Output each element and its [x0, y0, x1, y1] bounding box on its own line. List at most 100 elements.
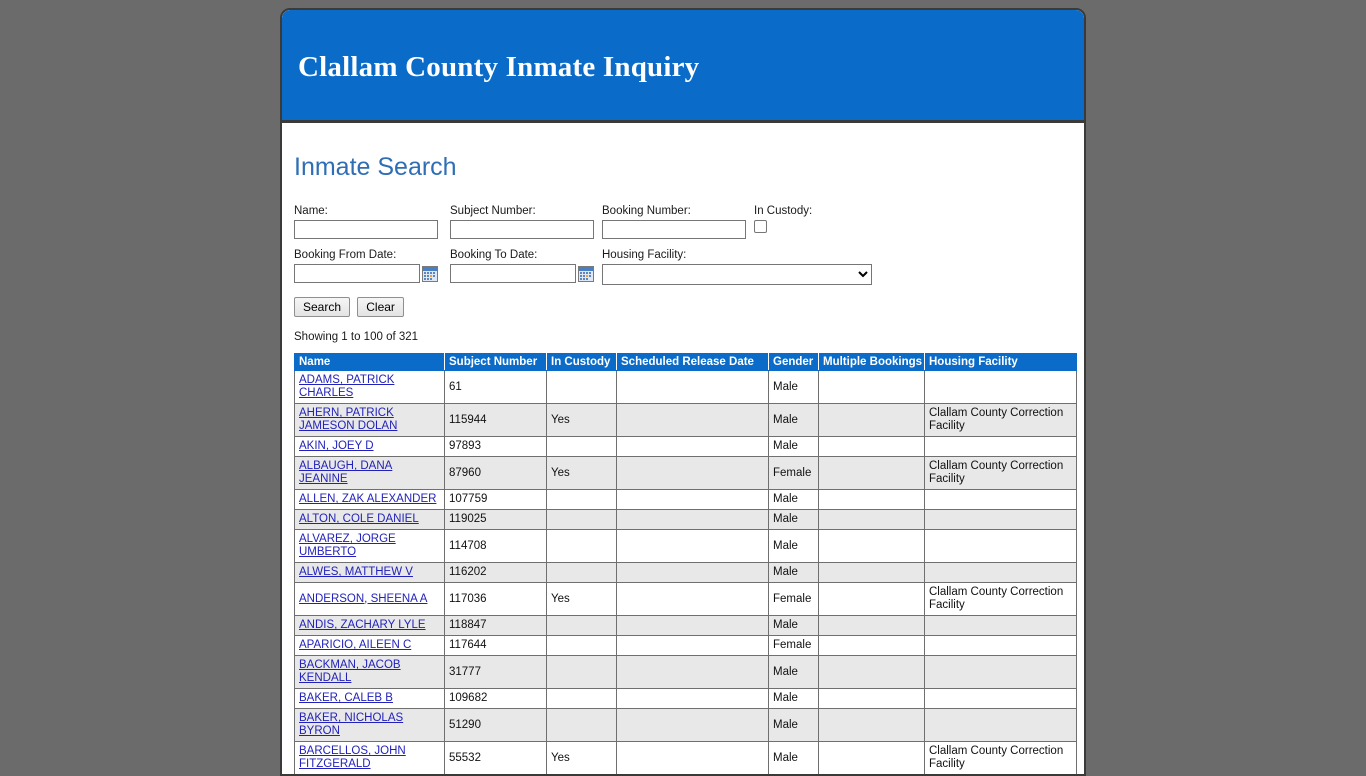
booking-to-date-input[interactable] — [450, 264, 576, 283]
booking-number-input[interactable] — [602, 220, 746, 239]
housing-facility-label: Housing Facility: — [602, 248, 877, 262]
clear-button[interactable]: Clear — [357, 297, 404, 317]
inmate-name-link[interactable]: ALLEN, ZAK ALEXANDER — [299, 493, 436, 505]
search-button[interactable]: Search — [294, 297, 350, 317]
column-header-housing-facility[interactable]: Housing Facility — [925, 354, 1077, 371]
cell-housing-facility: Clallam County Correction Facility — [925, 742, 1077, 775]
cell-scheduled-release-date — [617, 689, 769, 709]
subject-number-input[interactable] — [450, 220, 594, 239]
inmate-name-link[interactable]: ADAMS, PATRICK CHARLES — [299, 374, 394, 399]
inmate-name-link[interactable]: BAKER, NICHOLAS BYRON — [299, 712, 403, 737]
cell-subject-number: 118847 — [445, 616, 547, 636]
inmate-name-link[interactable]: ALTON, COLE DANIEL — [299, 513, 419, 525]
cell-name: AHERN, PATRICK JAMESON DOLAN — [295, 404, 445, 437]
cell-multiple-bookings — [819, 371, 925, 404]
cell-subject-number: 109682 — [445, 689, 547, 709]
cell-gender: Female — [769, 636, 819, 656]
cell-multiple-bookings — [819, 457, 925, 490]
cell-in-custody — [547, 490, 617, 510]
inmate-name-link[interactable]: ANDERSON, SHEENA A — [299, 593, 427, 605]
booking-from-date-input[interactable] — [294, 264, 420, 283]
calendar-icon[interactable] — [578, 266, 594, 282]
cell-gender: Male — [769, 616, 819, 636]
column-header-scheduled-release-date[interactable]: Scheduled Release Date — [617, 354, 769, 371]
housing-facility-select[interactable] — [602, 264, 872, 285]
cell-gender: Male — [769, 437, 819, 457]
cell-name: ANDERSON, SHEENA A — [295, 583, 445, 616]
booking-to-date-label: Booking To Date: — [450, 248, 602, 262]
cell-subject-number: 87960 — [445, 457, 547, 490]
cell-subject-number: 116202 — [445, 563, 547, 583]
column-header-gender[interactable]: Gender — [769, 354, 819, 371]
table-row: BAKER, NICHOLAS BYRON51290Male — [295, 709, 1077, 742]
booking-from-date-label: Booking From Date: — [294, 248, 450, 262]
cell-in-custody: Yes — [547, 457, 617, 490]
inmate-name-link[interactable]: ANDIS, ZACHARY LYLE — [299, 619, 426, 631]
main-content: Inmate Search Name: Subject Number: Book… — [282, 123, 1084, 776]
cell-housing-facility: Clallam County Correction Facility — [925, 404, 1077, 437]
cell-name: ALVAREZ, JORGE UMBERTO — [295, 530, 445, 563]
inmate-name-link[interactable]: ALBAUGH, DANA JEANINE — [299, 460, 392, 485]
inmate-name-link[interactable]: ALVAREZ, JORGE UMBERTO — [299, 533, 396, 558]
cell-scheduled-release-date — [617, 404, 769, 437]
cell-housing-facility — [925, 490, 1077, 510]
housing-facility-field-group: Housing Facility: — [602, 248, 877, 285]
cell-name: BAKER, NICHOLAS BYRON — [295, 709, 445, 742]
cell-name: AKIN, JOEY D — [295, 437, 445, 457]
cell-housing-facility — [925, 510, 1077, 530]
table-row: ADAMS, PATRICK CHARLES61Male — [295, 371, 1077, 404]
inmate-name-link[interactable]: AHERN, PATRICK JAMESON DOLAN — [299, 407, 397, 432]
cell-housing-facility — [925, 530, 1077, 563]
inmate-name-link[interactable]: AKIN, JOEY D — [299, 440, 374, 452]
booking-from-date-field-group: Booking From Date: — [294, 248, 450, 283]
results-count: Showing 1 to 100 of 321 — [294, 331, 1084, 343]
cell-subject-number: 117644 — [445, 636, 547, 656]
column-header-multiple-bookings[interactable]: Multiple Bookings — [819, 354, 925, 371]
cell-name: ALBAUGH, DANA JEANINE — [295, 457, 445, 490]
cell-multiple-bookings — [819, 530, 925, 563]
cell-scheduled-release-date — [617, 510, 769, 530]
calendar-icon[interactable] — [422, 266, 438, 282]
table-row: ALBAUGH, DANA JEANINE87960YesFemaleClall… — [295, 457, 1077, 490]
inmates-table: Name Subject Number In Custody Scheduled… — [294, 353, 1077, 776]
inmate-name-link[interactable]: APARICIO, AILEEN C — [299, 639, 411, 651]
inmate-search-form: Name: Subject Number: Booking Number: In… — [282, 204, 1084, 317]
cell-in-custody: Yes — [547, 583, 617, 616]
cell-gender: Male — [769, 689, 819, 709]
table-row: ANDIS, ZACHARY LYLE 118847 Male — [295, 616, 1077, 636]
in-custody-label: In Custody: — [754, 204, 874, 218]
cell-name: ANDIS, ZACHARY LYLE — [295, 616, 445, 636]
cell-in-custody — [547, 530, 617, 563]
in-custody-field-group: In Custody: — [754, 204, 874, 233]
column-header-name[interactable]: Name — [295, 354, 445, 371]
column-header-subject-number[interactable]: Subject Number — [445, 354, 547, 371]
table-header-row: Name Subject Number In Custody Scheduled… — [295, 354, 1077, 371]
column-header-in-custody[interactable]: In Custody — [547, 354, 617, 371]
inmate-name-link[interactable]: BAKER, CALEB B — [299, 692, 393, 704]
cell-gender: Male — [769, 530, 819, 563]
cell-in-custody — [547, 563, 617, 583]
results-table-wrapper: Name Subject Number In Custody Scheduled… — [294, 353, 1076, 776]
inmate-name-link[interactable]: BACKMAN, JACOB KENDALL — [299, 659, 401, 684]
cell-gender: Male — [769, 742, 819, 775]
table-row: BAKER, CALEB B 109682 Male — [295, 689, 1077, 709]
cell-multiple-bookings — [819, 583, 925, 616]
inmate-name-link[interactable]: BARCELLOS, JOHN FITZGERALD — [299, 745, 406, 770]
name-input[interactable] — [294, 220, 438, 239]
cell-multiple-bookings — [819, 616, 925, 636]
cell-in-custody — [547, 636, 617, 656]
cell-housing-facility: Clallam County Correction Facility — [925, 457, 1077, 490]
table-row: ANDERSON, SHEENA A117036YesFemaleClallam… — [295, 583, 1077, 616]
inmate-name-link[interactable]: ALWES, MATTHEW V — [299, 566, 413, 578]
cell-name: ADAMS, PATRICK CHARLES — [295, 371, 445, 404]
cell-housing-facility — [925, 616, 1077, 636]
in-custody-checkbox[interactable] — [754, 220, 767, 233]
cell-name: ALTON, COLE DANIEL — [295, 510, 445, 530]
cell-scheduled-release-date — [617, 709, 769, 742]
cell-in-custody — [547, 371, 617, 404]
table-row: ALWES, MATTHEW V116202Male — [295, 563, 1077, 583]
cell-gender: Male — [769, 656, 819, 689]
cell-subject-number: 61 — [445, 371, 547, 404]
page-title: Clallam County Inmate Inquiry — [298, 51, 699, 84]
cell-subject-number: 117036 — [445, 583, 547, 616]
